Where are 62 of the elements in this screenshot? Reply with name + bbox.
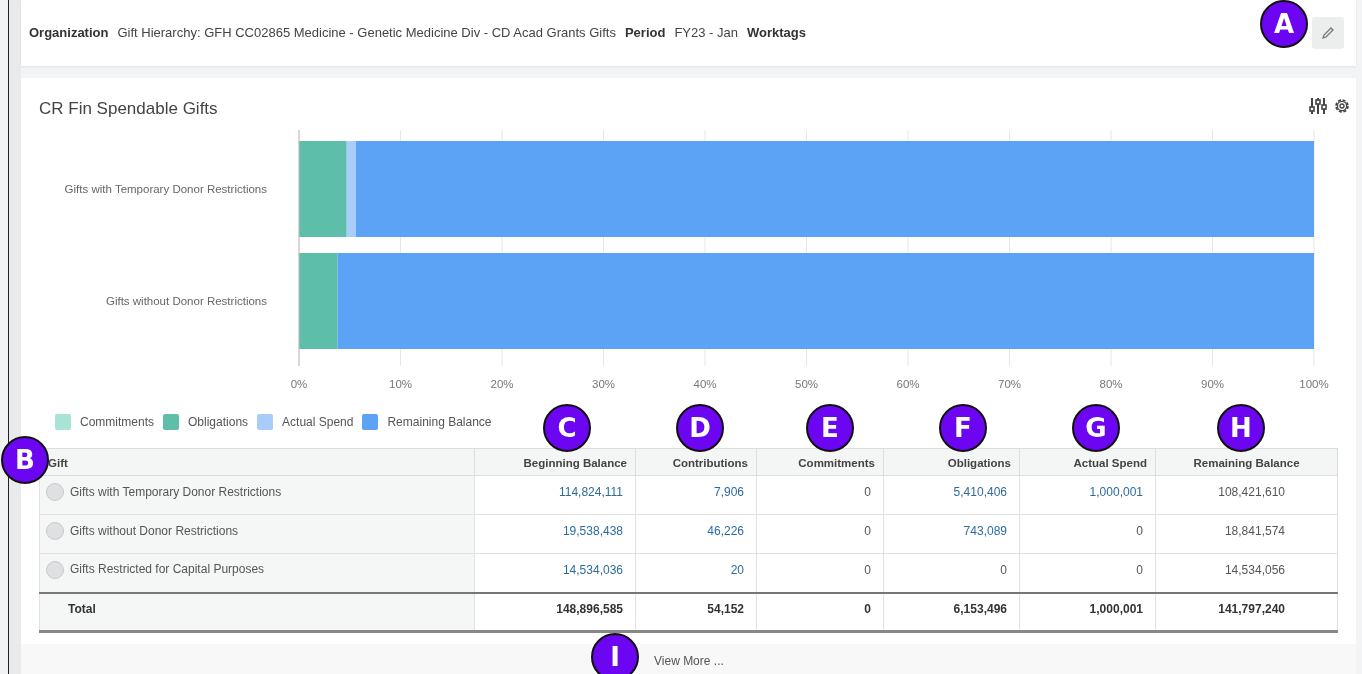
amount-link[interactable]: 46,226 — [707, 524, 744, 538]
amount-link[interactable]: 743,089 — [963, 524, 1007, 538]
axis-tick-label: 30% — [592, 378, 615, 390]
report-title: CR Fin Spendable Gifts — [39, 98, 218, 120]
table-cell: 148,896,585 — [474, 592, 636, 632]
gift-name: Gifts with Temporary Donor Restrictions — [70, 484, 282, 499]
table-cell: 141,797,240 — [1155, 592, 1338, 632]
legend-label: Obligations — [188, 414, 249, 431]
column-header: Commitments — [756, 448, 884, 476]
column-header: Actual Spend — [1019, 448, 1156, 476]
table-cell: 0 — [756, 475, 884, 515]
amount-link[interactable]: 5,410,406 — [953, 485, 1007, 499]
expand-icon[interactable] — [46, 522, 64, 541]
filter-sliders-icon[interactable] — [1308, 96, 1328, 116]
table-cell: Total — [39, 592, 475, 632]
axis-tick-label: 40% — [693, 378, 717, 390]
amount-link[interactable]: 114,824,111 — [558, 485, 623, 499]
column-header: Contributions — [635, 448, 757, 476]
callout-marker: B — [1, 436, 49, 484]
filter-label: Organization — [29, 24, 109, 43]
table-cell: 6,153,496 — [883, 592, 1020, 632]
settings-icon[interactable] — [1332, 96, 1352, 116]
filter-value: FY23 - Jan — [674, 24, 738, 43]
axis-tick-label: 70% — [998, 378, 1021, 390]
axis-tick-label: 10% — [389, 378, 412, 390]
edit-button[interactable] — [1312, 17, 1344, 49]
axis-tick-label: 60% — [896, 378, 920, 390]
table-cell: 54,152 — [635, 592, 757, 632]
axis-tick-label: 0% — [290, 378, 308, 390]
axis-tick-label: 50% — [795, 378, 818, 390]
filter-label: Period — [624, 24, 666, 43]
category-label: Gifts with Temporary Donor Restrictions — [64, 183, 267, 195]
legend-label: Remaining Balance — [387, 414, 492, 431]
axis-tick-label: 90% — [1201, 378, 1224, 390]
filter-label: Worktags — [747, 24, 806, 43]
table-cell: 108,421,610 — [1155, 475, 1338, 515]
category-label: Gifts without Donor Restrictions — [105, 295, 267, 307]
column-header: Beginning Balance — [474, 448, 636, 476]
amount-link[interactable]: 14,534,036 — [562, 562, 623, 577]
amount-link[interactable]: 20 — [730, 562, 744, 577]
expand-icon[interactable] — [46, 561, 64, 580]
expand-icon[interactable] — [46, 483, 64, 502]
gift-name: Gifts Restricted for Capital Purposes — [70, 562, 265, 577]
legend-label: Commitments — [80, 414, 154, 431]
table-cell: 0 — [1019, 514, 1156, 554]
column-header: Remaining Balance — [1155, 448, 1338, 476]
axis-tick-label: 100% — [1299, 378, 1329, 390]
view-more-link[interactable]: View More ... — [654, 652, 724, 670]
filter-value: Gift Hierarchy: GFH CC02865 Medicine - Genetic Medicine Div - CD Acad Grants Gifts — [117, 24, 616, 43]
pencil-icon — [1321, 26, 1335, 40]
table-cell: 0 — [756, 514, 884, 554]
table-cell: 0 — [756, 592, 884, 632]
amount-link[interactable]: 1,000,001 — [1089, 485, 1143, 499]
table-cell: 1,000,001 — [1019, 592, 1156, 632]
axis-tick-label: 20% — [490, 378, 514, 390]
axis-tick-label: 80% — [1099, 378, 1123, 390]
column-header: Obligations — [883, 448, 1020, 476]
table-cell: 18,841,574 — [1155, 514, 1338, 554]
amount-link[interactable]: 7,906 — [713, 485, 744, 499]
legend-label: Actual Spend — [282, 414, 354, 431]
gift-name: Gifts without Donor Restrictions — [70, 523, 239, 538]
amount-link[interactable]: 19,538,438 — [562, 524, 623, 538]
